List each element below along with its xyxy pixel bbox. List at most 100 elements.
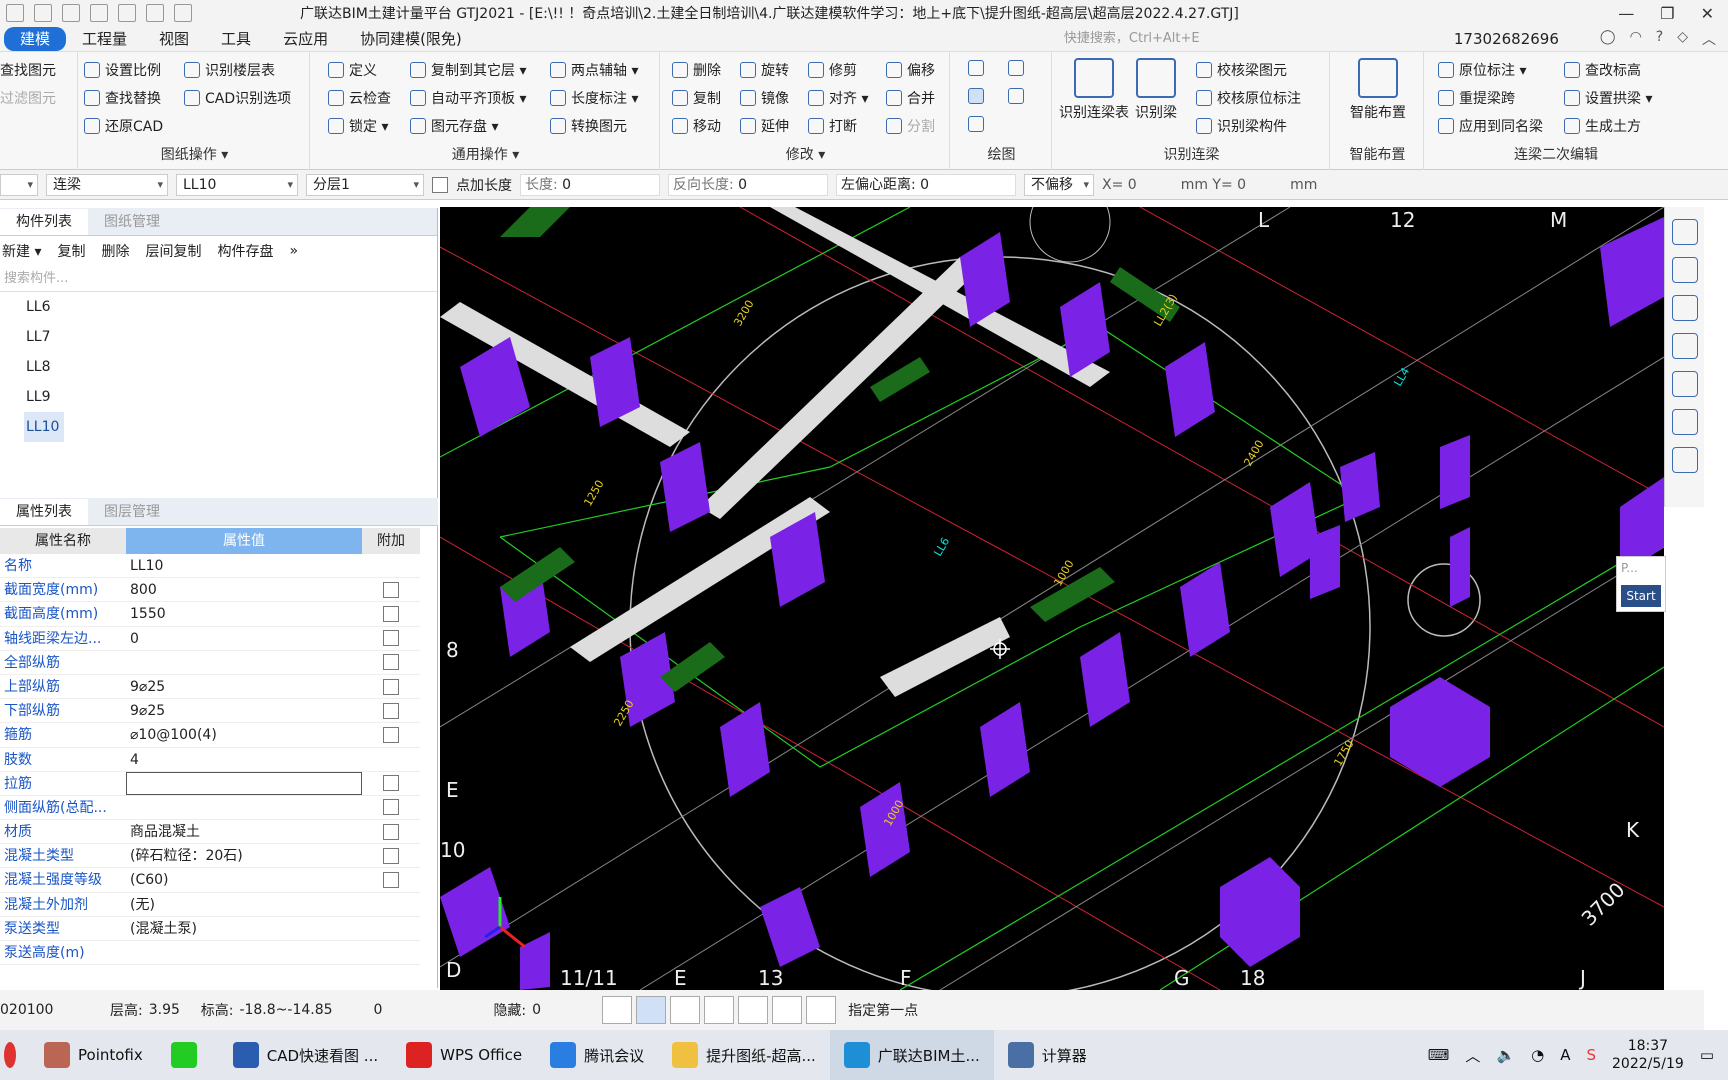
property-row[interactable]: 混凝土类型 (碎石粒径：20石)	[0, 844, 420, 869]
property-value[interactable]: ⌀10@100(4)	[126, 723, 362, 746]
taskbar-tencent-meeting[interactable]: 腾讯会议	[536, 1030, 658, 1080]
property-row[interactable]: 拉筋	[0, 771, 420, 796]
re-extract-span-button[interactable]: 重提梁跨	[1438, 88, 1515, 108]
property-row[interactable]: 上部纵筋 9⌀25	[0, 675, 420, 700]
ime-icon[interactable]: A	[1560, 1046, 1570, 1064]
tab-cloud[interactable]: 云应用	[267, 27, 344, 51]
move-button[interactable]: 移动	[672, 116, 721, 136]
rotate-button[interactable]: 旋转	[740, 60, 789, 80]
extra-checkbox[interactable]	[383, 726, 399, 743]
tab-collab[interactable]: 协同建模(限免)	[344, 27, 478, 51]
chat-icon[interactable]: ◯	[1600, 29, 1616, 49]
headset-icon[interactable]: ◠	[1630, 29, 1642, 49]
identify-floor-table-button[interactable]: 识别楼层表	[184, 60, 275, 80]
two-point-axis-button[interactable]: 两点辅轴 ▾	[550, 60, 638, 80]
left-offset-field[interactable]: 左偏心距离: 0	[836, 173, 1016, 196]
category-select[interactable]	[0, 173, 38, 196]
point-draw-button[interactable]	[968, 60, 984, 76]
check-original-label-button[interactable]: 校核原位标注	[1196, 88, 1301, 108]
tab-component-list[interactable]: 构件列表	[0, 209, 88, 235]
dynamic-input-button[interactable]	[670, 996, 701, 1024]
popup-input[interactable]: P...	[1617, 557, 1665, 579]
property-value[interactable]	[126, 771, 362, 795]
list-item-selected[interactable]: LL10	[24, 412, 64, 442]
skin-icon[interactable]: ◇	[1677, 29, 1688, 49]
property-value[interactable]	[126, 651, 362, 674]
restore-cad-button[interactable]: 还原CAD	[84, 116, 163, 136]
delete-button[interactable]: 删除	[672, 60, 721, 80]
rect-draw-button[interactable]	[1008, 88, 1024, 104]
orbit-icon[interactable]	[1671, 219, 1698, 245]
group-modify[interactable]: 修改 ▾	[662, 144, 949, 164]
tab-property-list[interactable]: 属性列表	[0, 499, 88, 525]
property-row[interactable]: 名称 LL10	[0, 554, 420, 579]
list-item[interactable]: LL6	[0, 292, 437, 322]
property-row[interactable]: 泵送类型 (混凝土泵)	[0, 917, 420, 941]
extra-checkbox[interactable]	[383, 581, 399, 598]
copy-to-layer-button[interactable]: 复制到其它层 ▾	[410, 60, 526, 80]
list-item[interactable]: LL8	[0, 352, 437, 382]
property-row[interactable]: 肢数 4	[0, 748, 420, 772]
undo-icon[interactable]	[6, 4, 24, 22]
extra-checkbox[interactable]	[383, 799, 399, 816]
auto-align-slab-button[interactable]: 自动平齐顶板 ▾	[410, 88, 526, 108]
calc-icon[interactable]	[90, 4, 108, 22]
help-icon[interactable]: ?	[1656, 29, 1663, 49]
extra-checkbox[interactable]	[383, 823, 399, 840]
extra-checkbox[interactable]	[383, 702, 399, 719]
network-icon[interactable]: ◔	[1531, 1046, 1544, 1064]
property-value[interactable]: 9⌀25	[126, 675, 362, 698]
original-label-button[interactable]: 原位标注 ▾	[1438, 60, 1526, 80]
cad-3d-canvas[interactable]: 3200 1250 1000 1000 LL2(3) 2400 2250 1750 LL…	[440, 207, 1664, 990]
convert-element-button[interactable]: 转换图元	[550, 116, 627, 136]
save-element-button[interactable]: 图元存盘 ▾	[410, 116, 498, 136]
3d-view-icon[interactable]	[1671, 295, 1698, 321]
define-button[interactable]: 定义	[328, 60, 377, 80]
tab-tools[interactable]: 工具	[205, 27, 267, 51]
generate-earthwork-button[interactable]: 生成土方	[1564, 116, 1641, 136]
check-elevation-button[interactable]: 查改标高	[1564, 60, 1641, 80]
merge-button[interactable]: 合并	[886, 88, 935, 108]
property-row[interactable]: 截面高度(mm) 1550	[0, 602, 420, 627]
tray-expand-icon[interactable]: ︿	[1465, 1045, 1480, 1066]
floor-copy-button[interactable]: 层间复制	[145, 241, 201, 261]
tab-drawing-management[interactable]: 图纸管理	[88, 209, 176, 235]
apply-same-name-button[interactable]: 应用到同名梁	[1438, 116, 1543, 136]
taskbar-pointofix[interactable]: Pointofix	[30, 1030, 157, 1080]
angle-button[interactable]	[704, 996, 735, 1024]
keyboard-icon[interactable]: ⌨	[1428, 1046, 1450, 1064]
extra-checkbox[interactable]	[383, 847, 399, 864]
property-row[interactable]: 侧面纵筋(总配...	[0, 796, 420, 821]
clock[interactable]: 18:37 2022/5/19	[1612, 1037, 1684, 1073]
grid-icon[interactable]	[118, 4, 136, 22]
x-coord-field[interactable]: X= 0	[1102, 177, 1137, 193]
tab-modeling[interactable]: 建模	[4, 26, 67, 51]
property-row[interactable]: 泵送高度(m)	[0, 941, 420, 966]
close-icon[interactable]: ✕	[1701, 4, 1714, 23]
property-value[interactable]: (C60)	[126, 868, 362, 891]
taskbar-wps[interactable]: WPS Office	[392, 1030, 536, 1080]
new-component-button[interactable]: 新建 ▾	[2, 241, 41, 261]
point-length-checkbox[interactable]	[432, 176, 448, 193]
model-view[interactable]: 32001250 10001000 LL2(3)2400 22501750 LL…	[440, 207, 1664, 990]
taskbar-cad-viewer[interactable]: CAD快速看图 ...	[219, 1030, 392, 1080]
property-row[interactable]: 截面宽度(mm) 800	[0, 578, 420, 603]
property-value[interactable]: (混凝土泵)	[126, 917, 362, 940]
element-name-select[interactable]: LL10	[176, 173, 298, 196]
extra-checkbox[interactable]	[383, 605, 399, 622]
y-coord-field[interactable]: mm Y= 0	[1181, 177, 1246, 193]
element-type-select[interactable]: 连梁	[46, 173, 168, 196]
polar-button[interactable]	[806, 996, 837, 1024]
tab-quantity[interactable]: 工程量	[66, 27, 143, 51]
property-row[interactable]: 下部纵筋 9⌀25	[0, 699, 420, 724]
user-account[interactable]: 17302682696	[1448, 30, 1588, 48]
delete-component-button[interactable]: 删除	[101, 241, 129, 261]
extra-checkbox[interactable]	[383, 678, 399, 695]
start-icon[interactable]	[0, 1030, 30, 1080]
list-item[interactable]: LL7	[0, 322, 437, 352]
property-value[interactable]: 800	[126, 578, 362, 601]
restore-icon[interactable]: ❐	[1660, 4, 1674, 23]
property-value[interactable]: (无)	[126, 893, 362, 916]
lock-button[interactable]: 锁定 ▾	[328, 116, 388, 136]
list-item[interactable]: LL9	[0, 382, 437, 412]
